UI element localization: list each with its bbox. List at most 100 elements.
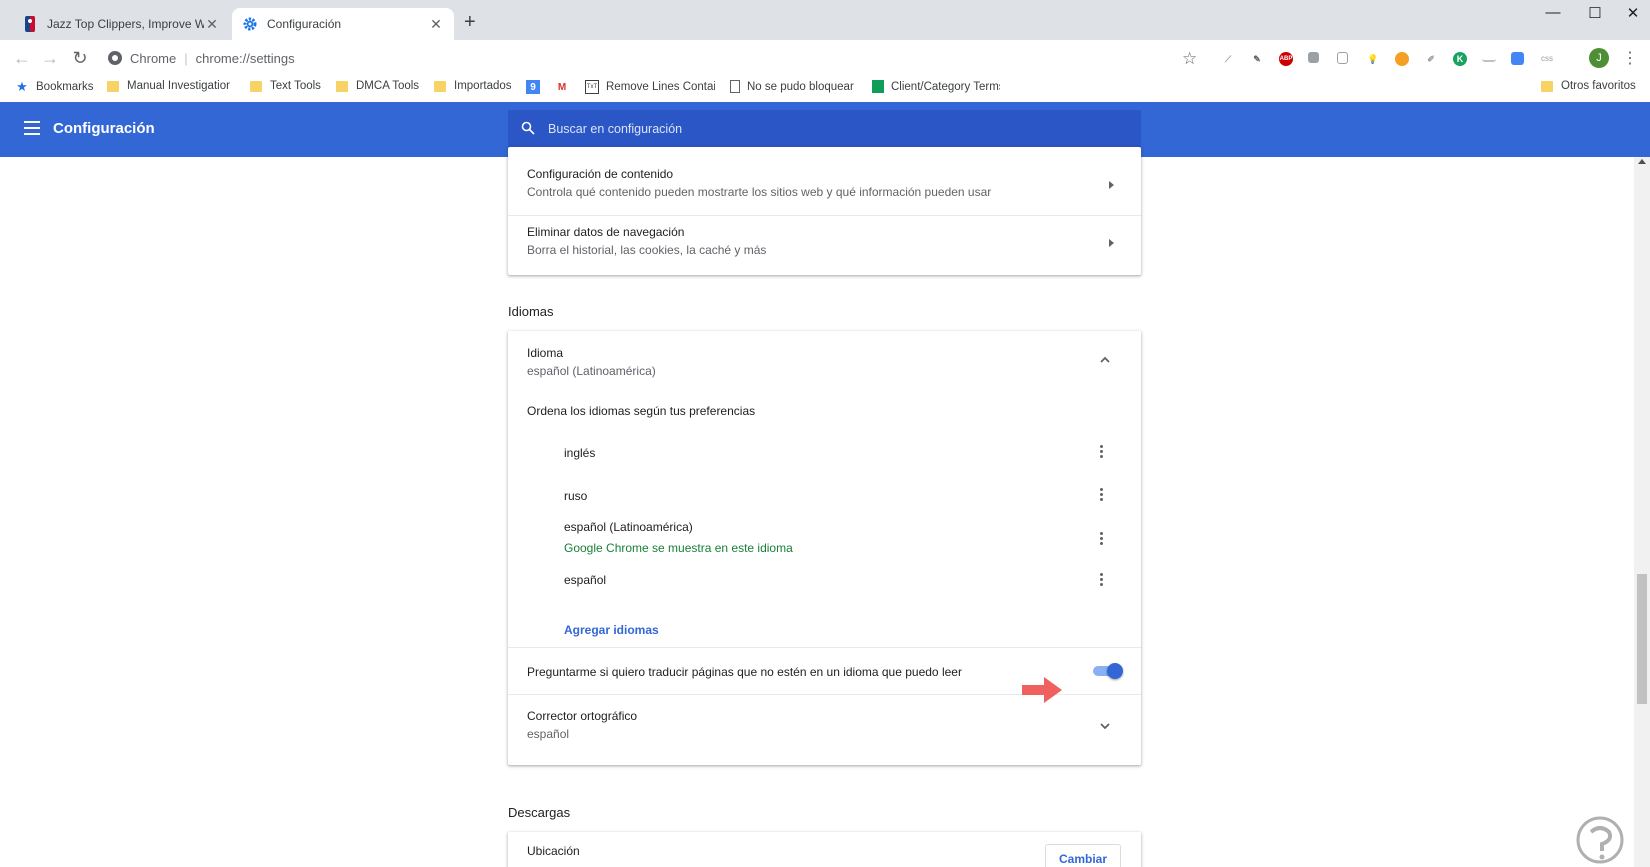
search-input[interactable]: [548, 122, 1141, 136]
chrome-menu-icon[interactable]: ⋮: [1622, 48, 1638, 68]
page-icon: [730, 80, 740, 93]
scroll-up-arrow-icon[interactable]: [1638, 159, 1646, 164]
close-icon[interactable]: ✕: [428, 16, 444, 33]
tab-strip: Jazz Top Clippers, Improve Win Streak ✕ …: [0, 0, 1650, 40]
tab-configuracion[interactable]: Configuración ✕: [232, 8, 454, 40]
toolbar: ← → ↻ Chrome | chrome://settings ☆ ⟋ ✎ A…: [0, 40, 1650, 76]
translate-icon[interactable]: [1511, 52, 1524, 65]
section-title-languages: Idiomas: [508, 304, 554, 319]
language-name: español: [564, 573, 607, 587]
bookmark-folder[interactable]: DMCA Tools: [336, 80, 419, 92]
folder-icon: [1541, 80, 1553, 92]
bookmark-item[interactable]: No se pudo bloquear: [730, 80, 856, 93]
other-bookmarks[interactable]: Otros favoritos: [1541, 80, 1636, 92]
more-vert-icon[interactable]: [1100, 573, 1104, 588]
bookmark-item[interactable]: M: [555, 80, 576, 94]
downloads-card: Ubicación Cambiar: [508, 832, 1141, 867]
settings-search[interactable]: [508, 110, 1141, 148]
bookmark-folder[interactable]: Importados: [434, 80, 512, 92]
bookmark-label: Bookmarks: [36, 81, 94, 93]
row-title: Ubicación: [527, 844, 580, 858]
folder-icon: [107, 80, 119, 92]
bookmark-folder[interactable]: Text Tools: [250, 80, 321, 92]
gmail-icon: M: [557, 81, 567, 93]
reload-icon[interactable]: ↻: [68, 47, 92, 71]
pages-icon[interactable]: [1337, 52, 1348, 64]
arrow-right-icon: [1109, 239, 1114, 247]
language-name: español (Latinoamérica): [564, 520, 693, 534]
calendar-icon: 9: [526, 80, 540, 94]
bookmark-label: Text Tools: [270, 80, 321, 92]
row-subtitle: Borra el historial, las cookies, la cach…: [527, 243, 767, 257]
more-vert-icon[interactable]: [1100, 532, 1104, 547]
more-vert-icon[interactable]: [1100, 488, 1104, 503]
language-name: ruso: [564, 489, 588, 503]
close-icon[interactable]: ✕: [204, 16, 220, 33]
chrome-icon: [108, 51, 122, 65]
bookmark-item[interactable]: TxT Remove Lines Containing: [585, 80, 715, 94]
folder-icon: [250, 80, 262, 92]
row-title: Eliminar datos de navegación: [527, 225, 685, 239]
eyedropper-icon[interactable]: ✐: [1424, 52, 1438, 66]
menu-icon[interactable]: [24, 121, 40, 135]
bookmark-label: DMCA Tools: [356, 80, 420, 92]
ruler-icon[interactable]: [1482, 52, 1496, 62]
window-close-button[interactable]: ✕: [1610, 4, 1650, 22]
section-title-downloads: Descargas: [508, 805, 571, 820]
copy-icon[interactable]: [1308, 52, 1319, 63]
chevron-down-icon[interactable]: [1099, 717, 1111, 733]
avatar[interactable]: J: [1589, 48, 1609, 68]
change-location-button[interactable]: Cambiar: [1045, 844, 1121, 867]
bookmark-folder[interactable]: Manual Investigation: [107, 80, 230, 92]
content-settings-row[interactable]: Configuración de contenido Controla qué …: [508, 157, 1141, 215]
bookmark-item[interactable]: Client/Category Terms: [872, 80, 1000, 93]
brush-icon[interactable]: ⟋: [1221, 52, 1235, 66]
star-icon: ★: [16, 80, 28, 94]
address-bar[interactable]: Chrome | chrome://settings: [108, 44, 1188, 72]
translate-toggle[interactable]: [1091, 663, 1123, 679]
page-title: Configuración: [53, 120, 155, 137]
url-separator: |: [184, 50, 188, 66]
annotation-arrow-icon: [1022, 677, 1062, 703]
new-tab-button[interactable]: +: [464, 12, 476, 32]
language-note: Google Chrome se muestra en este idioma: [564, 541, 793, 555]
arrow-right-icon: [1109, 181, 1114, 189]
folder-icon: [434, 80, 446, 92]
privacy-card: Configuración de contenido Controla qué …: [508, 147, 1141, 275]
bookmark-label: Otros favoritos: [1561, 80, 1636, 92]
k-icon[interactable]: K: [1453, 52, 1467, 66]
tab-jazz[interactable]: Jazz Top Clippers, Improve Win Streak ✕: [12, 8, 230, 40]
bookmark-item[interactable]: 9: [526, 80, 547, 94]
back-icon[interactable]: ←: [10, 47, 34, 71]
scroll-thumb[interactable]: [1637, 574, 1647, 704]
more-vert-icon[interactable]: [1100, 445, 1104, 460]
sheets-icon: [872, 80, 884, 93]
forward-icon[interactable]: →: [38, 47, 62, 71]
clear-browsing-row[interactable]: Eliminar datos de navegación Borra el hi…: [508, 216, 1141, 274]
abp-icon[interactable]: ABP: [1279, 52, 1293, 66]
add-languages-link[interactable]: Agregar idiomas: [564, 623, 659, 637]
css-icon[interactable]: css: [1538, 52, 1556, 66]
scrollbar[interactable]: [1634, 157, 1650, 867]
key-icon[interactable]: [1395, 52, 1409, 66]
row-title: Idioma: [527, 346, 564, 360]
language-item: español (Latinoamérica) Google Chrome se…: [508, 519, 1141, 565]
row-title: Corrector ortográfico: [527, 709, 638, 723]
language-item: español: [508, 565, 1141, 609]
minimize-button[interactable]: —: [1530, 4, 1576, 21]
row-subtitle: Controla qué contenido pueden mostrarte …: [527, 185, 992, 199]
tab-title: Configuración: [267, 17, 342, 31]
search-icon: [508, 121, 548, 138]
txt-icon: TxT: [585, 80, 599, 94]
bookmark-star-icon[interactable]: ☆: [1182, 49, 1197, 69]
stamp-icon[interactable]: ✎: [1250, 52, 1264, 66]
spellcheck-row[interactable]: Corrector ortográfico español: [508, 695, 1141, 763]
nba-icon: [22, 16, 38, 32]
language-expand-row[interactable]: Idioma español (Latinoamérica): [508, 331, 1141, 395]
bookmark-label: Client/Category Terms: [891, 80, 1000, 93]
folder-icon: [336, 80, 348, 92]
bulb-icon[interactable]: 💡: [1366, 52, 1380, 66]
bookmark-item[interactable]: ★ Bookmarks: [15, 80, 94, 94]
chevron-up-icon[interactable]: [1099, 351, 1111, 367]
language-name: inglés: [564, 446, 596, 460]
